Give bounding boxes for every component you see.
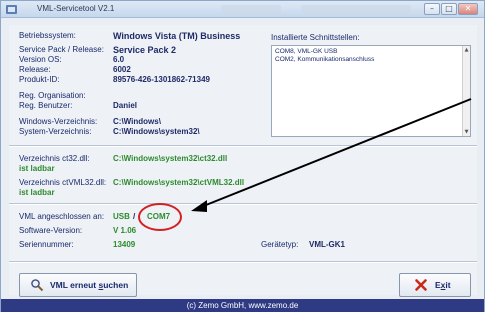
serial-number-value: 13409 [113, 240, 136, 249]
close-button[interactable]: ✕ [458, 3, 478, 15]
device-type-value: VML-GK1 [309, 240, 345, 249]
vml-connected-label: VML angeschlossen an: [19, 212, 105, 221]
list-item[interactable]: COM8, VML-GK USB [272, 48, 470, 56]
windows-dir-label: Windows-Verzeichnis: [19, 117, 98, 126]
background-tab [221, 5, 281, 14]
version-os-value: 6.0 [113, 55, 125, 64]
connection-port: COM7 [147, 212, 171, 221]
system-dir-value: C:\Windows\system32\ [113, 127, 200, 136]
maximize-button[interactable]: □ [441, 3, 457, 15]
interfaces-label: Installierte Schnittstellen: [271, 33, 360, 42]
service-pack-label: Service Pack / Release: [19, 45, 104, 54]
reg-organisation-label: Reg. Organisation: [19, 91, 86, 100]
ctvml32-label: Verzeichnis ctVML32.dll: [19, 178, 107, 187]
ct32-label: Verzeichnis ct32.dll: [19, 154, 90, 163]
os-value: Windows Vista (TM) Business [113, 31, 241, 41]
product-id-label: Produkt-ID: [19, 75, 60, 84]
window-title: VML-Servicetool V2.1 [37, 4, 115, 13]
release-label: Release: [19, 65, 51, 74]
connection-separator: / [133, 212, 136, 221]
search-vml-button[interactable]: VML erneut suchen [19, 273, 137, 297]
version-os-label: Version OS: [19, 55, 62, 64]
connection-usb: USB [113, 212, 130, 221]
ct32-status: ist ladbar [19, 164, 55, 173]
ctvml32-path: C:\Windows\system32\ctVML32.dll [113, 178, 245, 187]
search-vml-label: VML erneut suchen [50, 280, 129, 290]
magnifier-icon [31, 279, 44, 292]
service-pack-value: Service Pack 2 [113, 45, 177, 55]
title-bar[interactable]: VML-Servicetool V2.1 – □ ✕ [1, 1, 484, 18]
release-value: 6002 [113, 65, 131, 74]
reg-user-value: Daniel [113, 101, 138, 110]
window-controls: – □ ✕ [424, 3, 478, 15]
software-version-label: Software-Version: [19, 226, 83, 235]
minimize-button[interactable]: – [424, 3, 440, 15]
os-label: Betriebssystem: [19, 31, 76, 40]
windows-dir-value: C:\Windows\ [113, 117, 161, 126]
background-tab [301, 5, 411, 14]
interfaces-list[interactable]: COM8, VML-GK USB COM2, Kommunikationsans… [271, 45, 471, 137]
ct32-path: C:\Windows\system32\ct32.dll [113, 154, 228, 163]
close-x-icon [415, 279, 427, 291]
main-panel: Betriebssystem: Windows Vista (TM) Busin… [9, 25, 477, 297]
app-icon [6, 5, 17, 14]
product-id-value: 89576-426-1301862-71349 [113, 75, 210, 84]
system-dir-label: System-Verzeichnis: [19, 127, 92, 136]
footer-copyright: (c) Zemo GmbH, www.zemo.de [1, 299, 484, 312]
reg-user-label: Reg. Benutzer: [19, 101, 73, 110]
exit-label: Exit [435, 280, 451, 290]
divider [9, 203, 477, 205]
divider [9, 261, 477, 263]
scroll-up-icon[interactable]: ▲ [463, 46, 470, 54]
serial-number-label: Seriennummer: [19, 240, 74, 249]
exit-button[interactable]: Exit [399, 273, 471, 297]
list-scrollbar[interactable]: ▲ ▼ [462, 46, 470, 136]
ctvml32-status: ist ladbar [19, 188, 55, 197]
device-type-label: Gerätetyp: [261, 240, 299, 249]
app-window: VML-Servicetool V2.1 – □ ✕ Betriebssyste… [0, 0, 485, 312]
divider [9, 145, 477, 147]
software-version-value: V 1.06 [113, 226, 137, 235]
scroll-down-icon[interactable]: ▼ [463, 128, 470, 136]
list-item[interactable]: COM2, Kommunikationsanschluss [272, 56, 470, 64]
